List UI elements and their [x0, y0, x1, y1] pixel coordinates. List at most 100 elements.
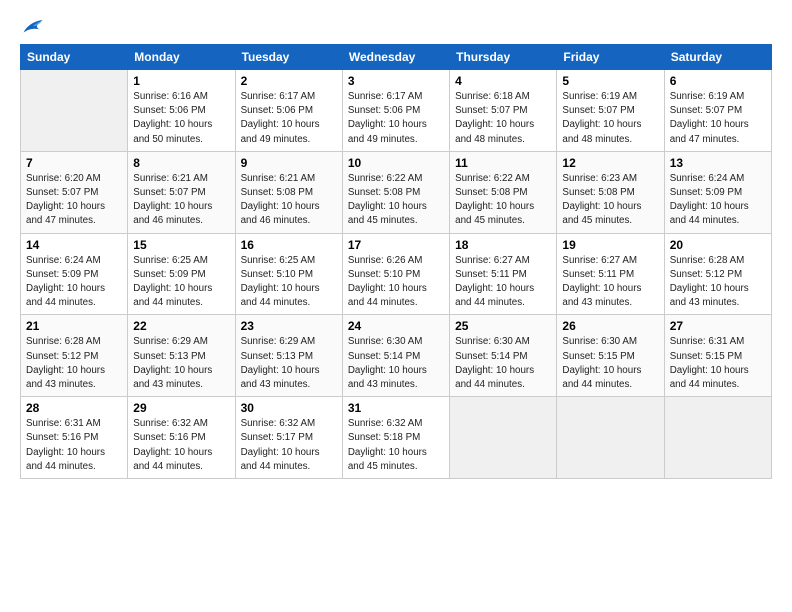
- day-number: 1: [133, 74, 229, 88]
- day-number: 16: [241, 238, 337, 252]
- day-info: Sunrise: 6:23 AMSunset: 5:08 PMDaylight:…: [562, 172, 658, 229]
- day-cell: 23 Sunrise: 6:29 AMSunset: 5:13 PMDayligh…: [235, 315, 342, 397]
- day-info: Sunrise: 6:32 AMSunset: 5:16 PMDaylight:…: [133, 417, 229, 474]
- day-info: Sunrise: 6:20 AMSunset: 5:07 PMDaylight:…: [26, 172, 122, 229]
- col-header-sunday: Sunday: [21, 45, 128, 70]
- day-info: Sunrise: 6:25 AMSunset: 5:09 PMDaylight:…: [133, 254, 229, 311]
- col-header-friday: Friday: [557, 45, 664, 70]
- day-number: 10: [348, 156, 444, 170]
- week-row-2: 7 Sunrise: 6:20 AMSunset: 5:07 PMDaylight…: [21, 151, 772, 233]
- day-info: Sunrise: 6:27 AMSunset: 5:11 PMDaylight:…: [455, 254, 551, 311]
- day-cell: 4 Sunrise: 6:18 AMSunset: 5:07 PMDaylight…: [450, 70, 557, 152]
- day-cell: 17 Sunrise: 6:26 AMSunset: 5:10 PMDayligh…: [342, 233, 449, 315]
- day-cell: 24 Sunrise: 6:30 AMSunset: 5:14 PMDayligh…: [342, 315, 449, 397]
- day-info: Sunrise: 6:29 AMSunset: 5:13 PMDaylight:…: [133, 335, 229, 392]
- col-header-wednesday: Wednesday: [342, 45, 449, 70]
- page: SundayMondayTuesdayWednesdayThursdayFrid…: [0, 0, 792, 489]
- day-info: Sunrise: 6:22 AMSunset: 5:08 PMDaylight:…: [348, 172, 444, 229]
- day-info: Sunrise: 6:32 AMSunset: 5:18 PMDaylight:…: [348, 417, 444, 474]
- day-number: 8: [133, 156, 229, 170]
- day-cell: 26 Sunrise: 6:30 AMSunset: 5:15 PMDayligh…: [557, 315, 664, 397]
- day-cell: 22 Sunrise: 6:29 AMSunset: 5:13 PMDayligh…: [128, 315, 235, 397]
- day-number: 22: [133, 319, 229, 333]
- day-info: Sunrise: 6:26 AMSunset: 5:10 PMDaylight:…: [348, 254, 444, 311]
- day-cell: [557, 397, 664, 479]
- col-header-saturday: Saturday: [664, 45, 771, 70]
- day-number: 21: [26, 319, 122, 333]
- logo: [20, 18, 44, 36]
- col-header-tuesday: Tuesday: [235, 45, 342, 70]
- day-info: Sunrise: 6:24 AMSunset: 5:09 PMDaylight:…: [670, 172, 766, 229]
- day-cell: 3 Sunrise: 6:17 AMSunset: 5:06 PMDaylight…: [342, 70, 449, 152]
- day-info: Sunrise: 6:30 AMSunset: 5:15 PMDaylight:…: [562, 335, 658, 392]
- day-cell: 28 Sunrise: 6:31 AMSunset: 5:16 PMDayligh…: [21, 397, 128, 479]
- day-cell: 18 Sunrise: 6:27 AMSunset: 5:11 PMDayligh…: [450, 233, 557, 315]
- day-cell: 5 Sunrise: 6:19 AMSunset: 5:07 PMDaylight…: [557, 70, 664, 152]
- day-cell: 27 Sunrise: 6:31 AMSunset: 5:15 PMDayligh…: [664, 315, 771, 397]
- day-number: 11: [455, 156, 551, 170]
- week-row-1: 1 Sunrise: 6:16 AMSunset: 5:06 PMDaylight…: [21, 70, 772, 152]
- day-number: 29: [133, 401, 229, 415]
- col-header-monday: Monday: [128, 45, 235, 70]
- day-cell: 29 Sunrise: 6:32 AMSunset: 5:16 PMDayligh…: [128, 397, 235, 479]
- day-cell: [450, 397, 557, 479]
- day-number: 2: [241, 74, 337, 88]
- day-number: 5: [562, 74, 658, 88]
- day-cell: 25Sunrise: 6:30 AMSunset: 5:14 PMDayligh…: [450, 315, 557, 397]
- day-info: Sunrise: 6:28 AMSunset: 5:12 PMDaylight:…: [26, 335, 122, 392]
- day-info: Sunrise: 6:19 AMSunset: 5:07 PMDaylight:…: [670, 90, 766, 147]
- day-cell: 14 Sunrise: 6:24 AMSunset: 5:09 PMDayligh…: [21, 233, 128, 315]
- day-info: Sunrise: 6:29 AMSunset: 5:13 PMDaylight:…: [241, 335, 337, 392]
- day-info: Sunrise: 6:21 AMSunset: 5:08 PMDaylight:…: [241, 172, 337, 229]
- day-cell: 13 Sunrise: 6:24 AMSunset: 5:09 PMDayligh…: [664, 151, 771, 233]
- day-info: Sunrise: 6:17 AMSunset: 5:06 PMDaylight:…: [348, 90, 444, 147]
- day-number: 31: [348, 401, 444, 415]
- day-info: Sunrise: 6:30 AMSunset: 5:14 PMDaylight:…: [455, 335, 551, 392]
- day-number: 23: [241, 319, 337, 333]
- day-info: Sunrise: 6:16 AMSunset: 5:06 PMDaylight:…: [133, 90, 229, 147]
- day-number: 12: [562, 156, 658, 170]
- day-number: 13: [670, 156, 766, 170]
- header-row: SundayMondayTuesdayWednesdayThursdayFrid…: [21, 45, 772, 70]
- calendar-table: SundayMondayTuesdayWednesdayThursdayFrid…: [20, 44, 772, 479]
- day-cell: 2 Sunrise: 6:17 AMSunset: 5:06 PMDaylight…: [235, 70, 342, 152]
- day-cell: 31 Sunrise: 6:32 AMSunset: 5:18 PMDayligh…: [342, 397, 449, 479]
- day-cell: 21 Sunrise: 6:28 AMSunset: 5:12 PMDayligh…: [21, 315, 128, 397]
- day-cell: 20 Sunrise: 6:28 AMSunset: 5:12 PMDayligh…: [664, 233, 771, 315]
- day-number: 14: [26, 238, 122, 252]
- day-cell: 8 Sunrise: 6:21 AMSunset: 5:07 PMDaylight…: [128, 151, 235, 233]
- week-row-5: 28 Sunrise: 6:31 AMSunset: 5:16 PMDayligh…: [21, 397, 772, 479]
- day-number: 17: [348, 238, 444, 252]
- day-number: 20: [670, 238, 766, 252]
- day-info: Sunrise: 6:17 AMSunset: 5:06 PMDaylight:…: [241, 90, 337, 147]
- day-cell: 16Sunrise: 6:25 AMSunset: 5:10 PMDayligh…: [235, 233, 342, 315]
- day-info: Sunrise: 6:28 AMSunset: 5:12 PMDaylight:…: [670, 254, 766, 311]
- day-number: 27: [670, 319, 766, 333]
- day-number: 26: [562, 319, 658, 333]
- day-info: Sunrise: 6:32 AMSunset: 5:17 PMDaylight:…: [241, 417, 337, 474]
- day-number: 3: [348, 74, 444, 88]
- day-cell: 7 Sunrise: 6:20 AMSunset: 5:07 PMDaylight…: [21, 151, 128, 233]
- day-info: Sunrise: 6:21 AMSunset: 5:07 PMDaylight:…: [133, 172, 229, 229]
- day-cell: 9 Sunrise: 6:21 AMSunset: 5:08 PMDaylight…: [235, 151, 342, 233]
- day-info: Sunrise: 6:31 AMSunset: 5:16 PMDaylight:…: [26, 417, 122, 474]
- day-number: 28: [26, 401, 122, 415]
- day-info: Sunrise: 6:22 AMSunset: 5:08 PMDaylight:…: [455, 172, 551, 229]
- day-info: Sunrise: 6:24 AMSunset: 5:09 PMDaylight:…: [26, 254, 122, 311]
- day-info: Sunrise: 6:18 AMSunset: 5:07 PMDaylight:…: [455, 90, 551, 147]
- day-number: 4: [455, 74, 551, 88]
- day-number: 24: [348, 319, 444, 333]
- day-info: Sunrise: 6:30 AMSunset: 5:14 PMDaylight:…: [348, 335, 444, 392]
- day-cell: 6Sunrise: 6:19 AMSunset: 5:07 PMDaylight…: [664, 70, 771, 152]
- day-cell: [664, 397, 771, 479]
- day-number: 18: [455, 238, 551, 252]
- day-info: Sunrise: 6:19 AMSunset: 5:07 PMDaylight:…: [562, 90, 658, 147]
- day-number: 19: [562, 238, 658, 252]
- day-number: 9: [241, 156, 337, 170]
- day-cell: 12 Sunrise: 6:23 AMSunset: 5:08 PMDayligh…: [557, 151, 664, 233]
- day-cell: 15Sunrise: 6:25 AMSunset: 5:09 PMDayligh…: [128, 233, 235, 315]
- day-cell: 11 Sunrise: 6:22 AMSunset: 5:08 PMDayligh…: [450, 151, 557, 233]
- col-header-thursday: Thursday: [450, 45, 557, 70]
- day-info: Sunrise: 6:31 AMSunset: 5:15 PMDaylight:…: [670, 335, 766, 392]
- day-number: 7: [26, 156, 122, 170]
